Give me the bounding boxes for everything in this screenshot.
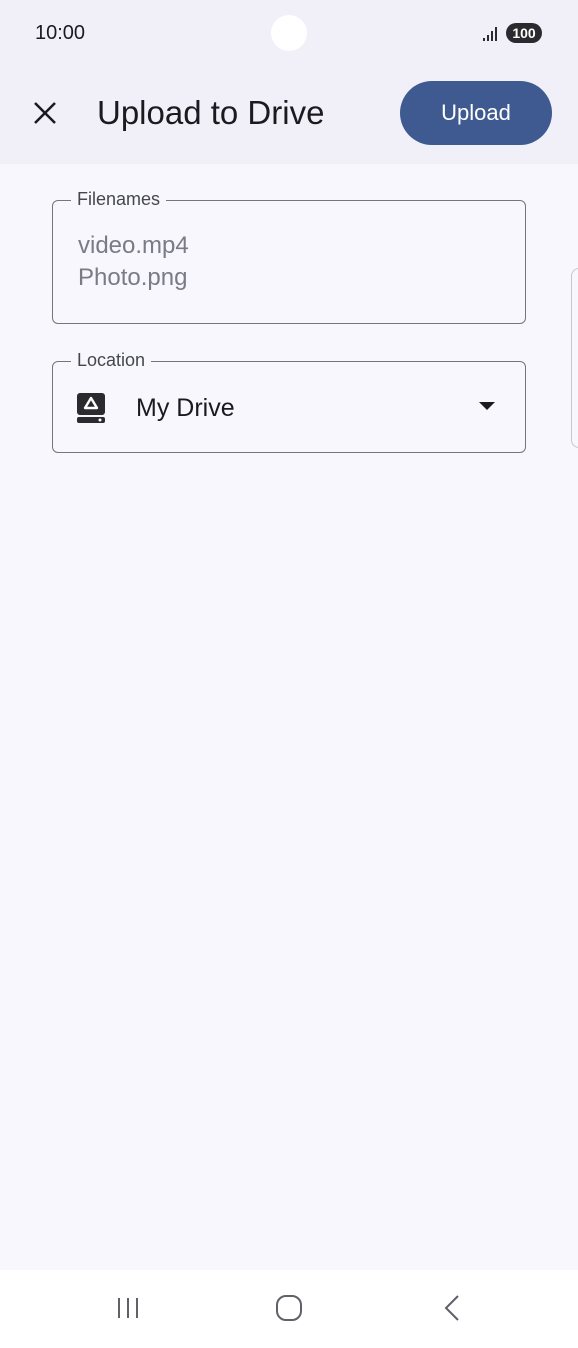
dropdown-arrow-icon (479, 402, 495, 410)
filenames-label: Filenames (71, 189, 167, 210)
recents-button[interactable] (108, 1290, 148, 1326)
filename-item: Photo.png (78, 264, 188, 291)
recents-icon (118, 1298, 138, 1318)
upload-button[interactable]: Upload (400, 81, 552, 145)
filenames-field[interactable]: Filenames video.mp4 Photo.png (52, 189, 526, 324)
system-nav-bar (0, 1270, 578, 1348)
battery-icon: 100 (506, 23, 542, 43)
drive-icon (77, 393, 105, 423)
signal-icon (483, 27, 497, 41)
location-value: My Drive (136, 394, 235, 422)
camera-cutout (271, 15, 307, 51)
page-title: Upload to Drive (97, 94, 325, 131)
status-time: 10:00 (35, 22, 86, 44)
home-button[interactable] (269, 1290, 309, 1326)
back-button[interactable] (432, 1290, 472, 1326)
close-icon (34, 102, 56, 124)
app-bar: Upload to Drive Upload (0, 66, 578, 164)
close-button[interactable] (20, 88, 70, 138)
location-label: Location (71, 350, 152, 371)
home-icon (276, 1295, 302, 1321)
back-icon (444, 1295, 459, 1321)
side-handle[interactable] (571, 268, 578, 448)
location-dropdown[interactable]: Location My Drive (52, 350, 526, 453)
status-bar: 10:00 100 (0, 0, 578, 66)
battery-level: 100 (512, 25, 536, 41)
filename-item: video.mp4 (78, 232, 189, 259)
